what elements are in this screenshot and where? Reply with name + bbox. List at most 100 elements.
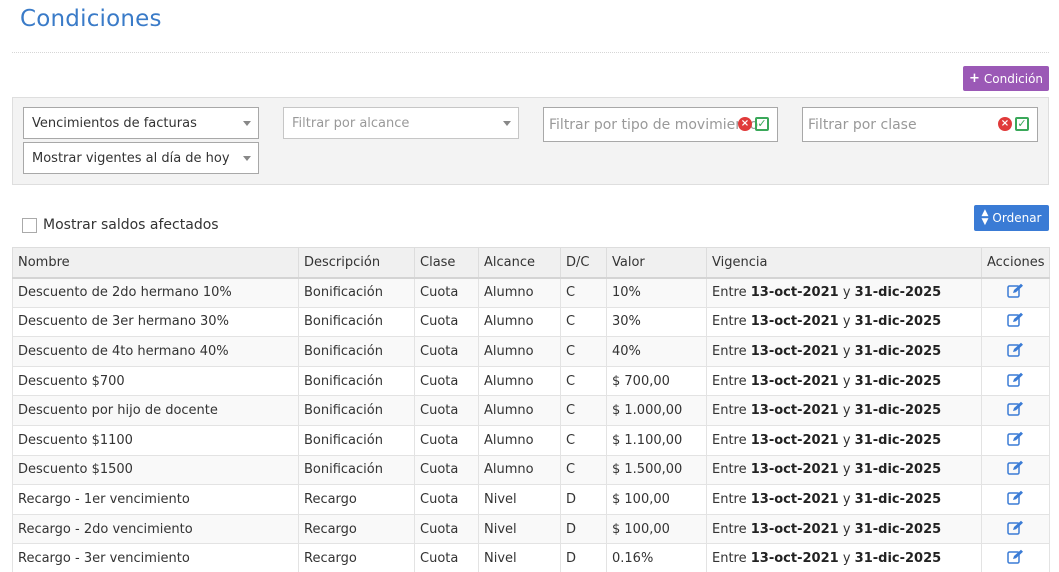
cell-alcance: Alumno bbox=[478, 306, 561, 338]
clear-circle-icon[interactable]: × bbox=[998, 117, 1012, 131]
cell-clase: Cuota bbox=[414, 277, 479, 308]
check-square-icon[interactable]: ✓ bbox=[755, 117, 769, 131]
page-title: Condiciones bbox=[20, 6, 162, 32]
edit-icon[interactable] bbox=[1007, 460, 1024, 479]
column-header-clase[interactable]: Clase bbox=[414, 247, 479, 279]
plus-icon: + bbox=[968, 71, 980, 86]
cell-clase: Cuota bbox=[414, 513, 479, 545]
cell-alcance: Alumno bbox=[478, 454, 561, 486]
cell-acciones bbox=[981, 454, 1050, 486]
show-balances-checkbox[interactable] bbox=[22, 217, 37, 233]
table-row[interactable]: Descuento por hijo de docente Bonificació… bbox=[12, 395, 1050, 426]
vigencia-joiner: y bbox=[842, 403, 851, 419]
cell-acciones bbox=[981, 513, 1050, 545]
cell-vigencia: Entre 13-oct-2021 y 31-dic-2025 bbox=[706, 513, 982, 545]
vigencia-desde: 13-oct-2021 bbox=[750, 551, 839, 567]
cell-vigencia: Entre 13-oct-2021 y 31-dic-2025 bbox=[706, 336, 982, 367]
edit-icon[interactable] bbox=[1007, 520, 1024, 539]
cell-acciones bbox=[981, 484, 1050, 515]
vigencia-prefix: Entre bbox=[712, 314, 747, 330]
cell-descripcion: Bonificación bbox=[298, 336, 415, 367]
order-button[interactable]: ▲ ▼ Ordenar bbox=[974, 205, 1049, 231]
chevron-down-icon bbox=[503, 121, 511, 126]
table-row[interactable]: Descuento de 2do hermano 10% Bonificación… bbox=[12, 277, 1050, 308]
edit-icon[interactable] bbox=[1007, 549, 1024, 568]
vigencia-select[interactable]: Mostrar vigentes al día de hoy bbox=[23, 142, 259, 174]
cell-vigencia: Entre 13-oct-2021 y 31-dic-2025 bbox=[706, 543, 982, 572]
column-header-acciones: Acciones bbox=[981, 247, 1050, 279]
show-balances-option[interactable]: Mostrar saldos afectados bbox=[22, 217, 219, 233]
cell-dc: C bbox=[560, 395, 607, 426]
cell-vigencia: Entre 13-oct-2021 y 31-dic-2025 bbox=[706, 484, 982, 515]
cell-vigencia: Entre 13-oct-2021 y 31-dic-2025 bbox=[706, 424, 982, 456]
cell-valor: $ 700,00 bbox=[606, 365, 707, 397]
cell-valor: $ 100,00 bbox=[606, 484, 707, 515]
cell-clase: Cuota bbox=[414, 484, 479, 515]
edit-icon[interactable] bbox=[1007, 490, 1024, 509]
cell-nombre: Descuento $1100 bbox=[12, 424, 299, 456]
table-row[interactable]: Recargo - 3er vencimiento Recargo Cuota Niv… bbox=[12, 543, 1050, 572]
column-header-nombre[interactable]: Nombre bbox=[12, 247, 299, 279]
table-row[interactable]: Descuento de 4to hermano 40% Bonificación… bbox=[12, 336, 1050, 367]
cell-alcance: Nivel bbox=[478, 543, 561, 572]
edit-icon[interactable] bbox=[1007, 372, 1024, 391]
table-row[interactable]: Descuento $700 Bonificación Cuota Alumno C $ … bbox=[12, 365, 1050, 397]
vigencia-joiner: y bbox=[842, 343, 851, 359]
alcance-select[interactable]: Filtrar por alcance bbox=[283, 107, 519, 139]
table-row[interactable]: Recargo - 1er vencimiento Recargo Cuota Niv… bbox=[12, 484, 1050, 515]
chevron-down-icon bbox=[243, 121, 251, 126]
cell-vigencia: Entre 13-oct-2021 y 31-dic-2025 bbox=[706, 395, 982, 426]
cell-descripcion: Bonificación bbox=[298, 454, 415, 486]
edit-icon[interactable] bbox=[1007, 283, 1024, 302]
vigencia-joiner: y bbox=[842, 373, 851, 389]
column-header-valor[interactable]: Valor bbox=[606, 247, 707, 279]
cell-valor: $ 1.000,00 bbox=[606, 395, 707, 426]
column-header-alcance[interactable]: Alcance bbox=[478, 247, 561, 279]
tipo-select[interactable]: Vencimientos de facturas bbox=[23, 107, 259, 139]
cell-nombre: Descuento $1500 bbox=[12, 454, 299, 486]
edit-icon[interactable] bbox=[1007, 401, 1024, 420]
vigencia-joiner: y bbox=[842, 462, 851, 478]
cell-acciones bbox=[981, 424, 1050, 456]
cell-nombre: Recargo - 2do vencimiento bbox=[12, 513, 299, 545]
table-row[interactable]: Descuento $1100 Bonificación Cuota Alumno C $… bbox=[12, 424, 1050, 456]
edit-icon[interactable] bbox=[1007, 431, 1024, 450]
cell-nombre: Descuento $700 bbox=[12, 365, 299, 397]
vigencia-hasta: 31-dic-2025 bbox=[854, 432, 942, 448]
clase-filter-input[interactable]: Filtrar por clase × ✓ bbox=[802, 107, 1038, 142]
table-row[interactable]: Descuento $1500 Bonificación Cuota Alumno C $… bbox=[12, 454, 1050, 486]
vigencia-joiner: y bbox=[842, 432, 851, 448]
table-row[interactable]: Descuento de 3er hermano 30% Bonificación… bbox=[12, 306, 1050, 338]
add-condition-button[interactable]: + Condición bbox=[963, 66, 1049, 91]
column-header-vigencia[interactable]: Vigencia bbox=[706, 247, 982, 279]
column-header-dc[interactable]: D/C bbox=[560, 247, 607, 279]
table-row[interactable]: Recargo - 2do vencimiento Recargo Cuota Niv… bbox=[12, 513, 1050, 545]
vigencia-hasta: 31-dic-2025 bbox=[854, 314, 942, 330]
cell-dc: D bbox=[560, 543, 607, 572]
cell-clase: Cuota bbox=[414, 306, 479, 338]
cell-valor: $ 1.100,00 bbox=[606, 424, 707, 456]
cell-alcance: Alumno bbox=[478, 336, 561, 367]
cell-dc: C bbox=[560, 277, 607, 308]
vigencia-prefix: Entre bbox=[712, 432, 747, 448]
edit-icon[interactable] bbox=[1007, 342, 1024, 361]
vigencia-hasta: 31-dic-2025 bbox=[854, 521, 942, 537]
show-balances-label: Mostrar saldos afectados bbox=[43, 217, 219, 233]
cell-clase: Cuota bbox=[414, 395, 479, 426]
cell-acciones bbox=[981, 336, 1050, 367]
vigencia-joiner: y bbox=[842, 314, 851, 330]
clear-circle-icon[interactable]: × bbox=[738, 117, 752, 131]
cell-nombre: Descuento de 3er hermano 30% bbox=[12, 306, 299, 338]
cell-dc: C bbox=[560, 454, 607, 486]
vigencia-joiner: y bbox=[842, 551, 851, 567]
vigencia-prefix: Entre bbox=[712, 285, 747, 301]
cell-acciones bbox=[981, 306, 1050, 338]
vigencia-joiner: y bbox=[842, 285, 851, 301]
cell-dc: D bbox=[560, 513, 607, 545]
cell-nombre: Recargo - 1er vencimiento bbox=[12, 484, 299, 515]
edit-icon[interactable] bbox=[1007, 312, 1024, 331]
movimiento-filter-input[interactable]: Filtrar por tipo de movimiento × ✓ bbox=[543, 107, 778, 142]
vigencia-hasta: 31-dic-2025 bbox=[854, 373, 942, 389]
column-header-descripcion[interactable]: Descripción bbox=[298, 247, 415, 279]
check-square-icon[interactable]: ✓ bbox=[1015, 117, 1029, 131]
